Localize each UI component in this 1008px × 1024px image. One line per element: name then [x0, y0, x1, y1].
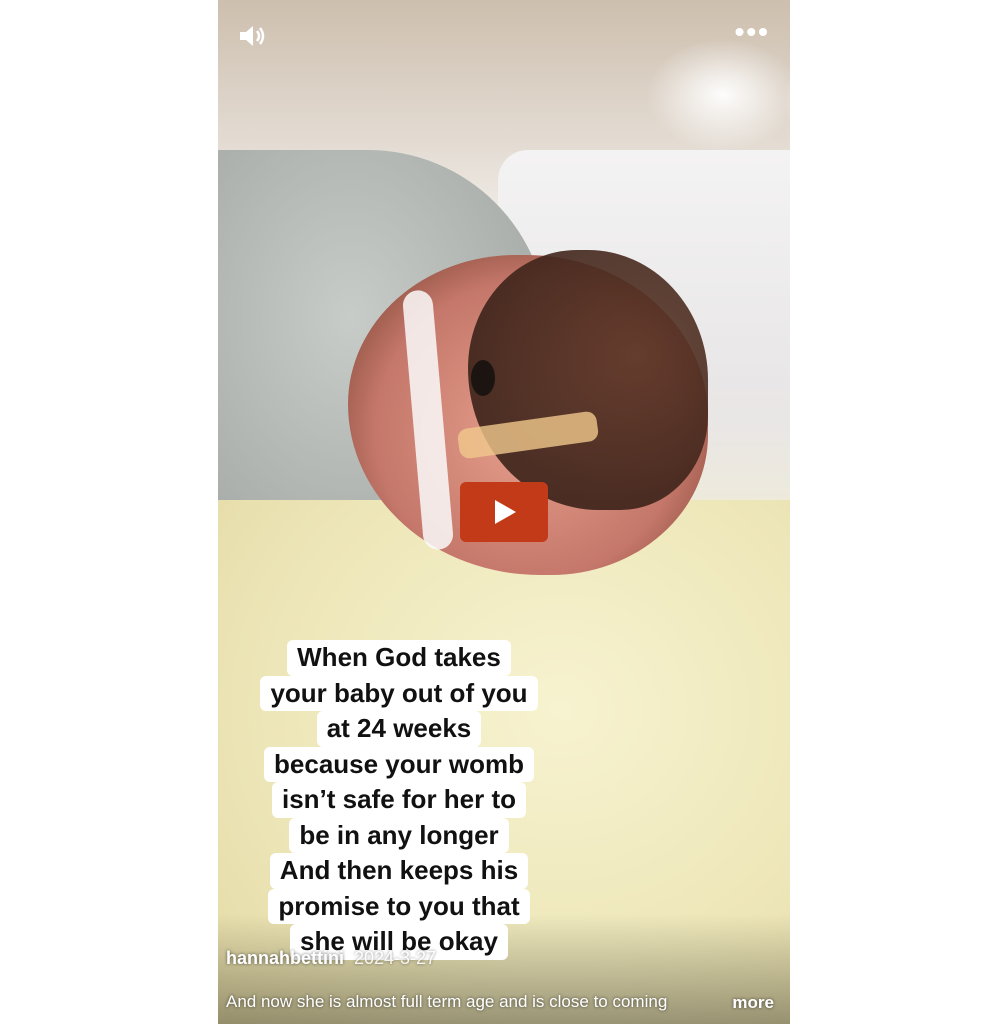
- video-player[interactable]: ••• When God takes your baby out of you …: [218, 0, 790, 1024]
- video-description: And now she is almost full term age and …: [226, 992, 668, 1011]
- play-icon: [495, 500, 516, 524]
- play-button[interactable]: [460, 482, 548, 542]
- more-options-icon[interactable]: •••: [735, 18, 770, 46]
- more-link[interactable]: more: [732, 993, 774, 1013]
- author-line: hannahbettini 2024-3-27: [226, 948, 436, 969]
- caption-line: When God takes: [287, 640, 511, 676]
- author-name[interactable]: hannahbettini: [226, 948, 344, 968]
- video-frame-eye: [471, 360, 495, 396]
- caption-line: your baby out of you: [260, 675, 538, 711]
- speaker-icon[interactable]: [236, 20, 268, 52]
- caption-line: promise to you that: [268, 888, 530, 924]
- post-date: 2024-3-27: [354, 948, 437, 968]
- caption-line: be in any longer: [289, 817, 509, 853]
- caption-line: because your womb: [264, 746, 534, 782]
- caption-line: isn’t safe for her to: [271, 782, 527, 818]
- caption-line: And then keeps his: [269, 853, 529, 889]
- caption-line: at 24 weeks: [316, 711, 482, 747]
- caption-overlay: When God takes your baby out of you at 2…: [240, 640, 558, 960]
